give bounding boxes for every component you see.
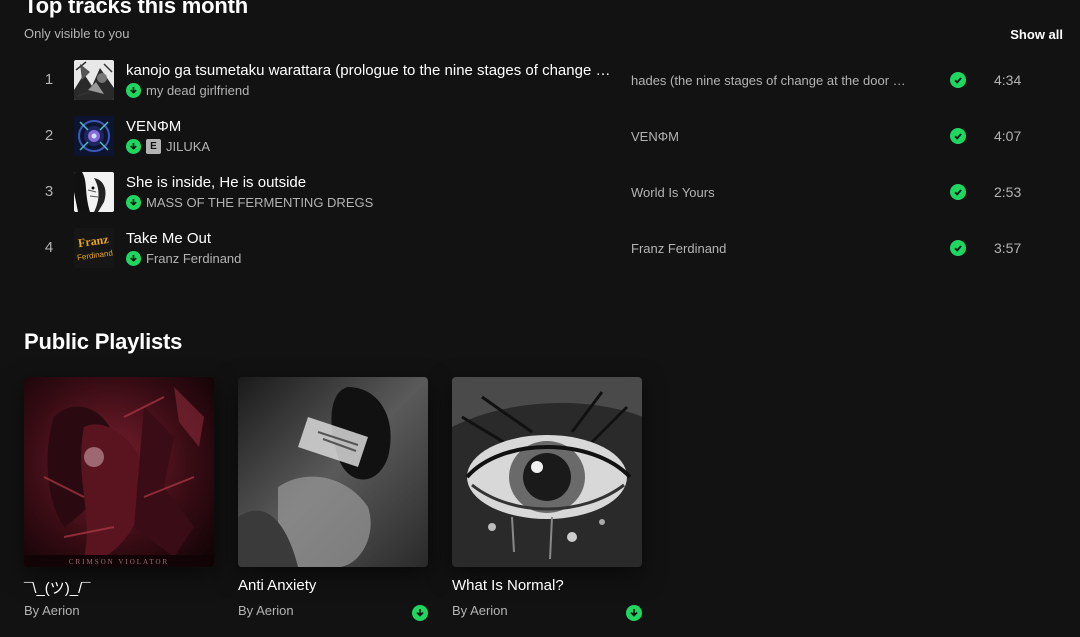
section-title-top-tracks: Top tracks this month [24, 0, 248, 18]
track-meta: Franz Ferdinand [126, 251, 241, 266]
explicit-badge: E [146, 139, 161, 154]
track-row[interactable]: 4 Franz Ferdinand Take Me Out Franz Ferd… [24, 220, 1034, 276]
track-duration: 4:07 [994, 128, 1022, 144]
track-row[interactable]: 3 She is inside, He is outside MASS OF T… [24, 164, 1034, 220]
track-title[interactable]: VENΦM [126, 118, 611, 135]
track-album[interactable]: World Is Yours [631, 185, 906, 200]
track-row[interactable]: 2 VENΦM E JILUKA VENΦM 4:07 [24, 108, 1034, 164]
playlist-cover-icon [452, 377, 642, 567]
playlist-card[interactable]: Anti Anxiety By Aerion [238, 377, 429, 627]
track-artist[interactable]: my dead girlfriend [146, 83, 249, 98]
saved-check-icon[interactable] [950, 128, 966, 144]
track-title[interactable]: She is inside, He is outside [126, 174, 611, 191]
track-meta: MASS OF THE FERMENTING DREGS [126, 195, 373, 210]
album-art-icon: Franz Ferdinand [74, 228, 114, 268]
playlist-card[interactable]: CRIMSON VIOLATOR ¯\_(ツ)_/¯ By Aerion [24, 377, 215, 627]
track-artist[interactable]: MASS OF THE FERMENTING DREGS [146, 195, 373, 210]
album-art-icon [74, 116, 114, 156]
downloaded-icon [126, 139, 141, 154]
playlist-owner[interactable]: By Aerion [452, 603, 508, 618]
track-row[interactable]: 1 kanojo ga tsumetaku warattara (prologu… [24, 52, 1034, 108]
saved-check-icon[interactable] [950, 240, 966, 256]
track-album[interactable]: Franz Ferdinand [631, 241, 906, 256]
saved-check-icon[interactable] [950, 72, 966, 88]
saved-check-icon[interactable] [950, 184, 966, 200]
playlist-owner[interactable]: By Aerion [24, 603, 80, 618]
track-artist[interactable]: JILUKA [166, 139, 210, 154]
playlist-name[interactable]: What Is Normal? [452, 577, 564, 594]
track-meta: E JILUKA [126, 139, 210, 154]
track-number: 2 [44, 127, 54, 144]
track-number: 1 [44, 71, 54, 88]
track-album[interactable]: VENΦM [631, 129, 906, 144]
track-album[interactable]: hades (the nine stages of change at the … [631, 73, 906, 88]
show-all-link[interactable]: Show all [1010, 27, 1063, 42]
downloaded-icon [126, 251, 141, 266]
track-meta: my dead girlfriend [126, 83, 249, 98]
cover-caption: CRIMSON VIOLATOR [69, 558, 169, 566]
track-title[interactable]: Take Me Out [126, 230, 611, 247]
track-duration: 3:57 [994, 240, 1022, 256]
downloaded-icon [126, 83, 141, 98]
section-subtitle-top-tracks: Only visible to you [24, 26, 130, 41]
downloaded-icon [626, 605, 642, 621]
track-duration: 2:53 [994, 184, 1022, 200]
playlist-name[interactable]: ¯\_(ツ)_/¯ [24, 577, 91, 598]
playlist-card[interactable]: What Is Normal? By Aerion [452, 377, 643, 627]
playlist-owner[interactable]: By Aerion [238, 603, 294, 618]
section-title-public-playlists: Public Playlists [24, 329, 183, 354]
playlist-cover-icon [238, 377, 428, 567]
track-duration: 4:34 [994, 72, 1022, 88]
album-art-icon [74, 60, 114, 100]
downloaded-icon [126, 195, 141, 210]
track-artist[interactable]: Franz Ferdinand [146, 251, 241, 266]
playlist-cover-icon: CRIMSON VIOLATOR [24, 377, 214, 567]
playlist-name[interactable]: Anti Anxiety [238, 577, 316, 594]
track-title[interactable]: kanojo ga tsumetaku warattara (prologue … [126, 62, 611, 79]
album-art-icon [74, 172, 114, 212]
track-number: 4 [44, 239, 54, 256]
track-number: 3 [44, 183, 54, 200]
top-tracks-list: 1 kanojo ga tsumetaku warattara (prologu… [24, 52, 1034, 276]
downloaded-icon [412, 605, 428, 621]
